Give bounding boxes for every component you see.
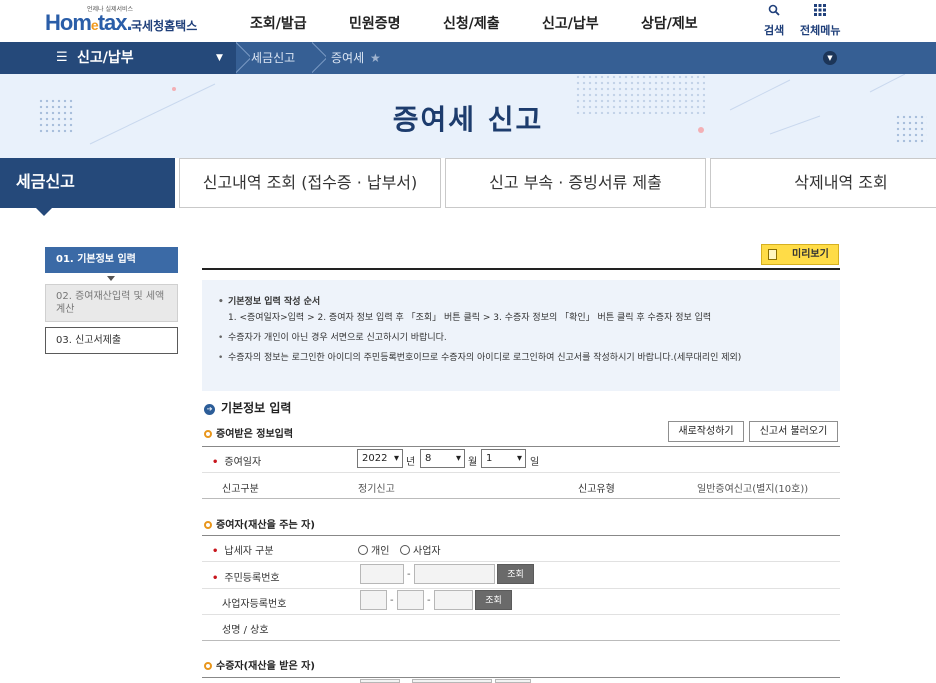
gnb-menu-certificates[interactable]: 민원증명	[349, 13, 401, 33]
breadcrumb-separator	[236, 42, 250, 74]
page-title: 증여세 신고	[392, 103, 544, 136]
logo-korean-name: 국세청홈택스	[131, 19, 198, 33]
guide-box: 기본정보 입력 작성 순서 1. <증여일자>입력 > 2. 증여자 정보 입력…	[202, 280, 840, 391]
report-type-label: 신고구분	[222, 484, 259, 495]
top-header: 언제나 실제서비스 Hometax. 국세청홈택스 조회/발급 민원증명 신청/…	[0, 0, 936, 42]
breadcrumb-tax-report[interactable]: 세금신고	[251, 42, 295, 74]
radio-person[interactable]: 개인	[358, 542, 389, 557]
gnb-menu-inquiry[interactable]: 조회/발급	[250, 13, 307, 33]
hometax-logo[interactable]: 언제나 실제서비스 Hometax. 국세청홈택스	[45, 4, 205, 38]
step-submit[interactable]: 03. 신고서제출	[45, 327, 178, 354]
name-row	[202, 615, 840, 641]
breadcrumb-separator	[312, 42, 326, 74]
dash: -	[407, 569, 411, 580]
rrn-front-input[interactable]	[360, 564, 404, 584]
tab-deleted-history[interactable]: 삭제내역 조회	[710, 158, 936, 208]
arrow-circle-icon: ➔	[204, 404, 215, 415]
search-button[interactable]: 검색	[764, 4, 784, 38]
step-basic-info[interactable]: 01. 기본정보 입력	[45, 247, 178, 273]
radio-circle-icon	[358, 545, 368, 555]
content-divider	[202, 268, 840, 270]
hamburger-icon: ☰	[56, 50, 68, 65]
dash: -	[390, 595, 394, 606]
brn-row	[202, 589, 840, 615]
gift-day-select[interactable]: 1	[481, 449, 526, 468]
rrn-label: • 주민등록번호	[212, 573, 280, 584]
gnb-menu-file-pay[interactable]: 신고/납부	[542, 13, 599, 33]
new-report-button[interactable]: 새로작성하기	[668, 421, 744, 442]
step-arrow-icon	[107, 276, 115, 281]
report-kind-label: 신고유형	[578, 484, 615, 495]
gift-date-label: • 증여일자	[212, 457, 262, 468]
logo-wordmark: Hometax.	[45, 10, 133, 35]
guide-note-1: 수증자가 개인이 아닌 경우 서면으로 신고하시기 바랍니다.	[218, 330, 826, 346]
tab-tax-report[interactable]: 세금신고	[0, 158, 175, 216]
year-unit: 년	[406, 457, 416, 468]
bullet-circle-icon	[204, 521, 212, 529]
section-basic-info: ➔ 기본정보 입력	[204, 399, 291, 416]
dash: -	[427, 595, 431, 606]
brn-lookup-button[interactable]: 조회	[475, 590, 512, 610]
grid-menu-icon	[800, 4, 840, 20]
donee-rrn-back-input[interactable]	[412, 679, 492, 683]
gnb-menu-consult[interactable]: 상담/제보	[641, 13, 698, 33]
bullet-circle-icon	[204, 662, 212, 670]
report-type-value: 정기신고	[358, 484, 395, 495]
step-asset-tax-calc[interactable]: 02. 증여재산입력 및 세액계산	[45, 284, 178, 322]
search-icon	[764, 4, 784, 20]
brn-part2-input[interactable]	[397, 590, 424, 610]
brn-part3-input[interactable]	[434, 590, 473, 610]
page-banner: 증여세 신고	[0, 74, 936, 158]
rrn-lookup-button[interactable]: 조회	[497, 564, 534, 584]
document-icon	[768, 249, 777, 260]
taxpayer-type-label: • 납세자 구분	[212, 546, 274, 557]
guide-order: 1. <증여일자>입력 > 2. 증여자 정보 입력 후 「조회」 버튼 클릭 …	[228, 313, 712, 323]
guide-title: 기본정보 입력 작성 순서	[218, 294, 826, 310]
preview-button[interactable]: 미리보기	[761, 244, 839, 265]
all-menu-label: 전체메뉴	[800, 24, 841, 37]
gift-year-select[interactable]: 2022	[357, 449, 403, 468]
favorite-star-icon[interactable]: ★	[370, 42, 381, 74]
rrn-back-input[interactable]	[414, 564, 495, 584]
radio-circle-icon	[400, 545, 410, 555]
caret-down-icon: ▼	[216, 53, 223, 63]
gnb-menu-apply[interactable]: 신청/제출	[443, 13, 500, 33]
month-unit: 월	[468, 457, 478, 468]
name-label: 성명 / 상호	[222, 625, 269, 636]
subsection-donee: 수증자(재산을 받은 자)	[204, 657, 315, 672]
preview-label: 미리보기	[792, 249, 829, 260]
all-menu-button[interactable]: 전체메뉴	[800, 4, 840, 38]
donee-confirm-button[interactable]	[495, 679, 531, 683]
radio-business[interactable]: 사업자	[400, 542, 441, 557]
search-label: 검색	[764, 24, 785, 37]
guide-note-2: 수증자의 정보는 로그인한 아이디의 주민등록번호이므로 수증자의 아이디로 로…	[218, 350, 826, 366]
report-kind-value: 일반증여신고(별지(10호))	[697, 484, 809, 495]
expand-nav-icon[interactable]: ▼	[823, 51, 837, 65]
day-unit: 일	[530, 457, 540, 468]
load-report-button[interactable]: 신고서 불러오기	[749, 421, 838, 442]
section-label: 신고/납부	[77, 50, 134, 66]
bullet-circle-icon	[204, 430, 212, 438]
donee-rrn-front-input[interactable]	[360, 679, 400, 683]
taxpayer-type-row	[202, 535, 840, 562]
brn-label: 사업자등록번호	[222, 599, 287, 610]
subsection-donor: 증여자(재산을 주는 자)	[204, 516, 315, 531]
tab-report-history[interactable]: 신고내역 조회 (접수증 · 납부서)	[179, 158, 441, 208]
tab-attachments[interactable]: 신고 부속 · 증빙서류 제출	[445, 158, 706, 208]
tab-bar: 세금신고 신고내역 조회 (접수증 · 납부서) 신고 부속 · 증빙서류 제출…	[0, 158, 936, 216]
breadcrumb-gift-tax[interactable]: 증여세	[331, 42, 364, 74]
section-dropdown[interactable]: ☰ 신고/납부 ▼	[0, 42, 236, 74]
subsection-gift-info: 증여받은 정보입력	[204, 425, 293, 440]
gift-month-select[interactable]: 8	[420, 449, 465, 468]
location-bar: ☰ 신고/납부 ▼ 세금신고 증여세 ★ ▼	[0, 42, 936, 74]
brn-part1-input[interactable]	[360, 590, 387, 610]
